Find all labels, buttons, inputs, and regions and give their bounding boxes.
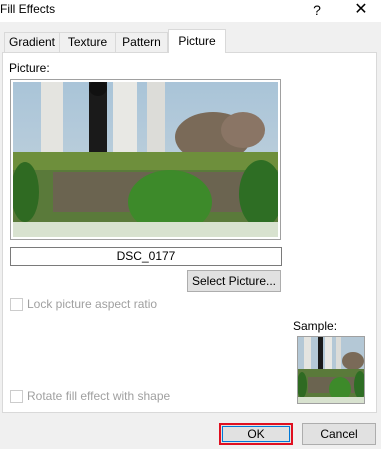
tab-texture[interactable]: Texture <box>59 32 116 52</box>
close-icon[interactable]: ✕ <box>349 0 373 20</box>
select-picture-button[interactable]: Select Picture... <box>187 270 281 292</box>
lock-aspect-checkbox-row[interactable]: Lock picture aspect ratio <box>10 297 157 311</box>
picture-label: Picture: <box>9 61 50 75</box>
lock-aspect-label: Lock picture aspect ratio <box>27 297 158 311</box>
rotate-fill-checkbox-row[interactable]: Rotate fill effect with shape <box>10 389 170 403</box>
ok-button[interactable]: OK <box>219 423 293 445</box>
rotate-fill-label: Rotate fill effect with shape <box>27 389 171 403</box>
filename-field: DSC_0177 <box>10 247 282 266</box>
tab-picture[interactable]: Picture <box>168 29 226 53</box>
lock-aspect-checkbox[interactable] <box>10 297 23 311</box>
cancel-button[interactable]: Cancel <box>302 423 376 445</box>
sample-preview-image <box>298 337 364 403</box>
picture-preview <box>10 79 283 240</box>
help-icon[interactable]: ? <box>306 0 328 20</box>
ok-button-label: OK <box>222 426 290 442</box>
picture-preview-image <box>11 80 283 237</box>
tab-pattern[interactable]: Pattern <box>115 32 168 52</box>
sample-preview <box>297 336 365 404</box>
sample-label: Sample: <box>293 319 338 333</box>
rotate-fill-checkbox[interactable] <box>10 389 23 403</box>
tab-gradient[interactable]: Gradient <box>4 32 60 52</box>
title-bar: Fill Effects ? ✕ <box>0 0 381 22</box>
window-title: Fill Effects <box>0 2 56 16</box>
